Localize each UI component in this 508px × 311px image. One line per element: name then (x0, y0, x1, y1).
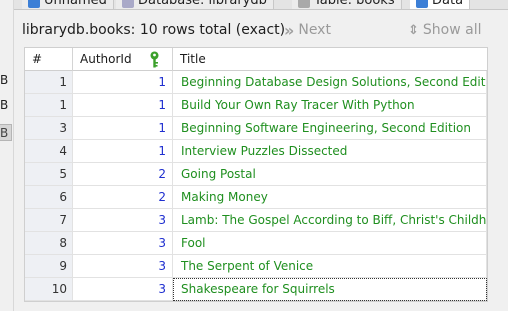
tab-table[interactable]: Table: books (292, 0, 402, 9)
next-button[interactable]: » Next (284, 18, 331, 42)
tab-database[interactable]: Database: librarydb (116, 0, 274, 9)
column-header-title[interactable]: Title (173, 48, 487, 71)
show-all-label: Show all (422, 22, 482, 38)
table-row[interactable]: 4 1 Interview Puzzles Dissected (25, 140, 487, 163)
row-number: 10 (25, 278, 73, 301)
cell-title[interactable]: Making Money (173, 186, 487, 209)
column-header-rownum[interactable]: # (25, 48, 73, 71)
table-row[interactable]: 6 2 Making Money (25, 186, 487, 209)
tab-label: Table: books (314, 0, 395, 8)
table-row[interactable]: 1 1 Build Your Own Ray Tracer With Pytho… (25, 94, 487, 117)
sidebar-edge: B B B (0, 0, 14, 311)
cell-title[interactable]: Build Your Own Ray Tracer With Python (173, 94, 487, 117)
row-number: 4 (25, 140, 73, 163)
tab-label: Unnamed (44, 0, 107, 8)
row-number: 1 (25, 94, 73, 117)
primary-key-icon (150, 51, 159, 68)
show-all-button[interactable]: ⇕ Show all (408, 18, 482, 42)
cell-title[interactable]: The Serpent of Venice (173, 255, 487, 278)
up-down-arrows-icon: ⇕ (408, 22, 419, 38)
sidebar-item-3[interactable]: B (0, 124, 12, 141)
table-icon (298, 0, 310, 8)
row-number: 9 (25, 255, 73, 278)
table-row[interactable]: 9 3 The Serpent of Venice (25, 255, 487, 278)
cell-title[interactable]: Interview Puzzles Dissected (173, 140, 487, 163)
cell-title[interactable]: Lamb: The Gospel According to Biff, Chri… (173, 209, 487, 232)
right-gutter (488, 50, 508, 311)
cell-authorid[interactable]: 2 (73, 186, 173, 209)
table-row[interactable]: 5 2 Going Postal (25, 163, 487, 186)
tab-unnamed[interactable]: Unnamed (22, 0, 114, 9)
grid-icon (416, 0, 428, 8)
tab-data[interactable]: Data (410, 0, 471, 9)
cell-authorid[interactable]: 3 (73, 232, 173, 255)
cell-authorid[interactable]: 1 (73, 117, 173, 140)
cell-authorid[interactable]: 1 (73, 94, 173, 117)
row-number: 3 (25, 117, 73, 140)
cell-authorid[interactable]: 3 (73, 209, 173, 232)
row-number: 5 (25, 163, 73, 186)
cell-title[interactable]: Beginning Database Design Solutions, Sec… (173, 71, 487, 94)
app-window: B B B Unnamed Database: librarydb Table:… (0, 0, 508, 311)
double-chevron-right-icon: » (284, 20, 295, 40)
table-row[interactable]: 3 1 Beginning Software Engineering, Seco… (25, 117, 487, 140)
tab-bar: Unnamed Database: librarydb Table: books… (14, 0, 508, 10)
database-icon (28, 0, 40, 8)
data-grid[interactable]: # AuthorId Title 1 1 Beginning Database … (24, 47, 488, 302)
cell-authorid[interactable]: 2 (73, 163, 173, 186)
row-count-status: librarydb.books: 10 rows total (exact) (22, 22, 286, 38)
cell-title[interactable]: Beginning Software Engineering, Second E… (173, 117, 487, 140)
cell-authorid[interactable]: 1 (73, 140, 173, 163)
row-number: 8 (25, 232, 73, 255)
cell-title[interactable]: Going Postal (173, 163, 487, 186)
tab-label: Data (432, 0, 464, 8)
cell-authorid[interactable]: 3 (73, 255, 173, 278)
table-row[interactable]: 8 3 Fool (25, 232, 487, 255)
grid-header: # AuthorId Title (25, 48, 487, 71)
cell-title[interactable]: Fool (173, 232, 487, 255)
table-row[interactable]: 10 3 Shakespeare for Squirrels (25, 278, 487, 301)
row-number: 7 (25, 209, 73, 232)
sidebar-item-2[interactable]: B (0, 97, 12, 114)
data-toolbar: librarydb.books: 10 rows total (exact) »… (14, 10, 508, 50)
next-label: Next (298, 22, 331, 38)
database-icon (122, 0, 134, 8)
table-row[interactable]: 1 1 Beginning Database Design Solutions,… (25, 71, 487, 94)
tab-label: Database: librarydb (138, 0, 267, 8)
row-number: 1 (25, 71, 73, 94)
table-row[interactable]: 7 3 Lamb: The Gospel According to Biff, … (25, 209, 487, 232)
cell-authorid[interactable]: 3 (73, 278, 173, 301)
sidebar-item-1[interactable]: B (0, 72, 12, 89)
row-number: 6 (25, 186, 73, 209)
cell-title-focused[interactable]: Shakespeare for Squirrels (173, 278, 487, 301)
cell-authorid[interactable]: 1 (73, 71, 173, 94)
